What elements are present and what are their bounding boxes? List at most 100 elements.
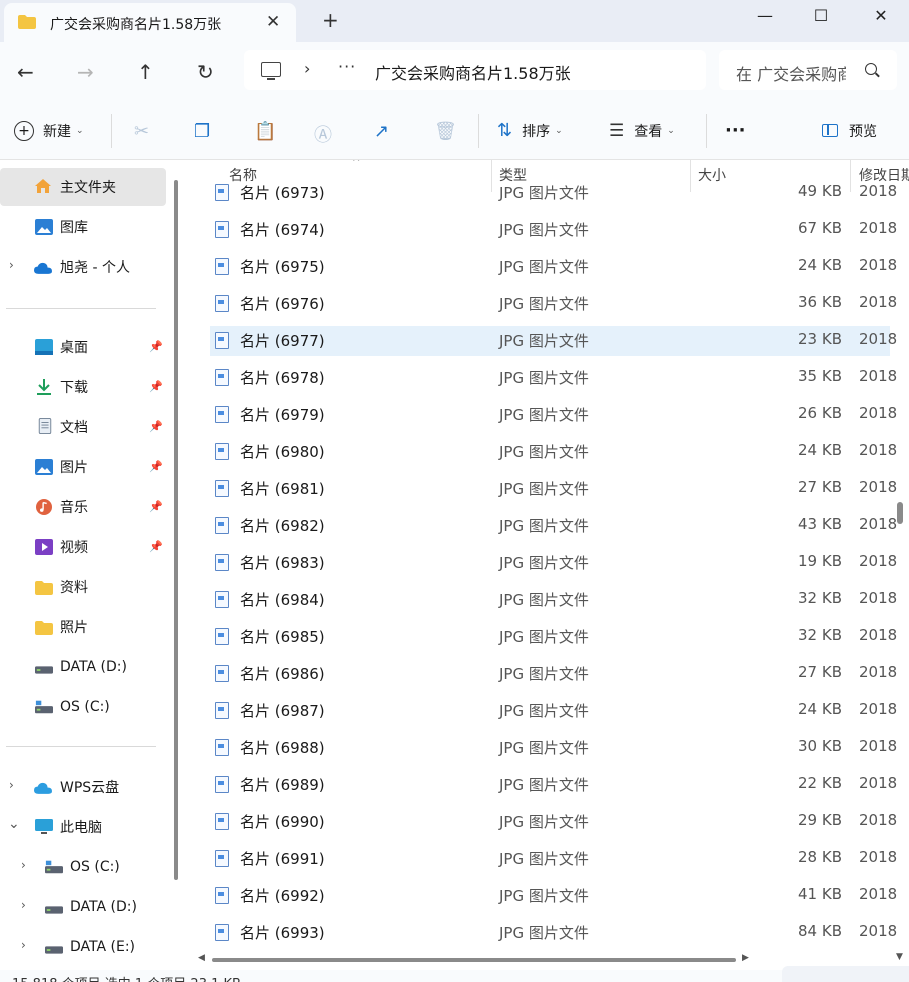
more-options-button[interactable]: ··· xyxy=(725,102,746,159)
table-row[interactable]: 名片 (6980) JPG 图片文件 24 KB 2018 xyxy=(210,437,897,467)
table-row[interactable]: 名片 (6984) JPG 图片文件 32 KB 2018 xyxy=(210,585,897,615)
table-row[interactable]: 名片 (6988) JPG 图片文件 30 KB 2018 xyxy=(210,733,897,763)
file-name[interactable]: 名片 (6990) xyxy=(240,811,325,832)
scroll-down-arrow[interactable]: ▼ xyxy=(896,952,903,962)
pin-icon[interactable]: 📌 xyxy=(149,380,163,393)
tab-active[interactable]: 广交会采购商名片1.58万张 ✕ xyxy=(4,3,296,42)
file-name[interactable]: 名片 (6991) xyxy=(240,848,325,869)
address-path[interactable]: 广交会采购商名片1.58万张 xyxy=(375,60,571,84)
pin-icon[interactable]: 📌 xyxy=(149,340,163,353)
table-row[interactable]: 名片 (6982) JPG 图片文件 43 KB 2018 xyxy=(210,511,897,541)
file-name[interactable]: 名片 (6992) xyxy=(240,885,325,906)
new-button[interactable]: + 新建 ⌄ xyxy=(14,102,84,159)
file-name[interactable]: 名片 (6977) xyxy=(240,330,325,351)
sidebar-scrollbar[interactable] xyxy=(174,180,178,880)
chevron-right-icon[interactable]: › xyxy=(304,59,310,78)
table-row[interactable]: 名片 (6974) JPG 图片文件 67 KB 2018 xyxy=(210,215,897,245)
pin-icon[interactable]: 📌 xyxy=(149,500,163,513)
pin-icon[interactable]: 📌 xyxy=(149,420,163,433)
sidebar-item-music[interactable]: 音乐 📌 xyxy=(0,488,166,526)
table-row[interactable]: 名片 (6976) JPG 图片文件 36 KB 2018 xyxy=(210,289,897,319)
back-icon[interactable]: ← xyxy=(17,60,34,84)
table-row[interactable]: 名片 (6986) JPG 图片文件 27 KB 2018 xyxy=(210,659,897,689)
collapse-icon[interactable]: ⌄ xyxy=(8,816,20,832)
sidebar-item-home[interactable]: 主文件夹 xyxy=(0,168,166,206)
maximize-button[interactable]: ☐ xyxy=(793,0,849,30)
table-row[interactable]: 名片 (6987) JPG 图片文件 24 KB 2018 xyxy=(210,696,897,726)
rename-icon[interactable]: Ⓐ xyxy=(314,121,332,147)
pin-icon[interactable]: 📌 xyxy=(149,540,163,553)
scroll-left-arrow[interactable]: ◀ xyxy=(198,953,205,963)
table-row[interactable]: 名片 (6981) JPG 图片文件 27 KB 2018 xyxy=(210,474,897,504)
expand-icon[interactable]: › xyxy=(21,858,26,872)
delete-icon[interactable]: 🗑 xyxy=(434,121,457,142)
file-name[interactable]: 名片 (6978) xyxy=(240,367,325,388)
table-row[interactable]: 名片 (6990) JPG 图片文件 29 KB 2018 xyxy=(210,807,897,837)
file-name[interactable]: 名片 (6974) xyxy=(240,219,325,240)
file-name[interactable]: 名片 (6993) xyxy=(240,922,325,943)
sidebar-item-pictures[interactable]: 图片 📌 xyxy=(0,448,166,486)
table-row[interactable]: 名片 (6985) JPG 图片文件 32 KB 2018 xyxy=(210,622,897,652)
search-input[interactable]: 在 广交会采购商名片1.58万张 中搜索 xyxy=(736,61,846,85)
expand-icon[interactable]: › xyxy=(9,778,14,792)
computer-icon[interactable] xyxy=(261,62,281,80)
paste-icon[interactable]: 📋 xyxy=(254,121,276,142)
file-name[interactable]: 名片 (6984) xyxy=(240,589,325,610)
sidebar-item-wps[interactable]: › WPS云盘 xyxy=(0,768,166,806)
expand-icon[interactable]: › xyxy=(9,258,14,272)
address-bar[interactable]: › ··· 广交会采购商名片1.58万张 xyxy=(244,50,706,90)
sidebar-item-pc-d[interactable]: › DATA (D:) xyxy=(0,888,166,926)
tab-close-icon[interactable]: ✕ xyxy=(266,12,280,32)
sidebar-item-documents[interactable]: 文档 📌 xyxy=(0,408,166,446)
share-icon[interactable]: ↗ xyxy=(374,121,389,142)
sort-button[interactable]: ⇅ 排序 ⌄ xyxy=(497,102,563,159)
file-name[interactable]: 名片 (6976) xyxy=(240,293,325,314)
file-name[interactable]: 名片 (6987) xyxy=(240,700,325,721)
scroll-right-arrow[interactable]: ▶ xyxy=(742,953,749,963)
sidebar-item-desktop[interactable]: 桌面 📌 xyxy=(0,328,166,366)
table-row[interactable]: 名片 (6983) JPG 图片文件 19 KB 2018 xyxy=(210,548,897,578)
cut-icon[interactable]: ✂ xyxy=(134,121,149,142)
new-tab-button[interactable]: + xyxy=(322,8,339,32)
table-row[interactable]: 名片 (6977) JPG 图片文件 23 KB 2018 xyxy=(210,326,897,356)
sidebar-item-folder-zhaopian[interactable]: 照片 xyxy=(0,608,166,646)
sidebar-item-onedrive[interactable]: › 旭尧 - 个人 xyxy=(0,248,166,286)
sidebar-item-pc-c[interactable]: › OS (C:) xyxy=(0,848,166,886)
file-name[interactable]: 名片 (6988) xyxy=(240,737,325,758)
sidebar-item-gallery[interactable]: 图库 xyxy=(0,208,166,246)
sidebar-item-drive-d[interactable]: DATA (D:) xyxy=(0,648,166,686)
preview-button[interactable]: 预览 xyxy=(822,102,877,159)
file-name[interactable]: 名片 (6973) xyxy=(240,182,325,203)
forward-icon[interactable]: → xyxy=(77,60,94,84)
table-row[interactable]: 名片 (6975) JPG 图片文件 24 KB 2018 xyxy=(210,252,897,282)
sidebar-item-pc-e[interactable]: › DATA (E:) xyxy=(0,928,166,966)
search-icon[interactable] xyxy=(865,63,877,75)
sidebar-item-this-pc[interactable]: ⌄ 此电脑 xyxy=(0,808,166,846)
sidebar-item-drive-c[interactable]: OS (C:) xyxy=(0,688,166,726)
up-icon[interactable]: ↑ xyxy=(137,60,154,84)
file-name[interactable]: 名片 (6979) xyxy=(240,404,325,425)
file-name[interactable]: 名片 (6989) xyxy=(240,774,325,795)
file-name[interactable]: 名片 (6975) xyxy=(240,256,325,277)
table-row[interactable]: 名片 (6992) JPG 图片文件 41 KB 2018 xyxy=(210,881,897,911)
file-name[interactable]: 名片 (6985) xyxy=(240,626,325,647)
close-button[interactable]: ✕ xyxy=(853,0,909,30)
sidebar-item-downloads[interactable]: 下载 📌 xyxy=(0,368,166,406)
file-name[interactable]: 名片 (6980) xyxy=(240,441,325,462)
sidebar-item-folder-ziliao[interactable]: 资料 xyxy=(0,568,166,606)
scrollbar-thumb[interactable] xyxy=(897,502,903,524)
minimize-button[interactable]: — xyxy=(737,0,793,30)
table-row[interactable]: 名片 (6993) JPG 图片文件 84 KB 2018 xyxy=(210,918,897,948)
copy-icon[interactable]: ❐ xyxy=(194,121,210,142)
more-path-icon[interactable]: ··· xyxy=(338,57,356,76)
table-row[interactable]: 名片 (6979) JPG 图片文件 26 KB 2018 xyxy=(210,400,897,430)
table-row[interactable]: 名片 (6973) JPG 图片文件 49 KB 2018 xyxy=(210,178,897,208)
table-row[interactable]: 名片 (6991) JPG 图片文件 28 KB 2018 xyxy=(210,844,897,874)
horizontal-scrollbar-thumb[interactable] xyxy=(212,958,736,962)
expand-icon[interactable]: › xyxy=(21,938,26,952)
file-name[interactable]: 名片 (6982) xyxy=(240,515,325,536)
vertical-scrollbar[interactable]: ▼ xyxy=(896,180,903,962)
table-row[interactable]: 名片 (6978) JPG 图片文件 35 KB 2018 xyxy=(210,363,897,393)
table-row[interactable]: 名片 (6989) JPG 图片文件 22 KB 2018 xyxy=(210,770,897,800)
search-box[interactable]: 在 广交会采购商名片1.58万张 中搜索 xyxy=(719,50,897,90)
